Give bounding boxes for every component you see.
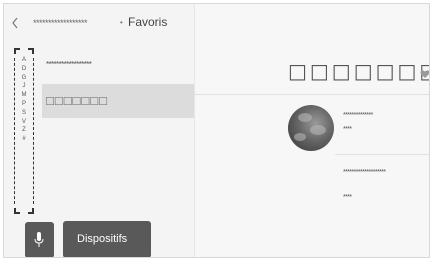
track-line-4: **** xyxy=(343,194,352,201)
heart-icon[interactable] xyxy=(420,66,429,78)
index-border-right xyxy=(33,58,34,204)
index-letter-a[interactable]: A xyxy=(22,56,26,65)
index-letter-v[interactable]: V xyxy=(22,118,26,127)
voice-search-button[interactable] xyxy=(25,222,54,257)
bracket-bottom-right xyxy=(28,208,34,214)
index-border-left xyxy=(14,58,15,204)
index-letter-j[interactable]: J xyxy=(23,82,26,91)
bracket-bottom-left xyxy=(14,208,20,214)
detail-title: □□□□□□□ xyxy=(288,59,430,83)
track-line-1: ************** xyxy=(343,112,373,119)
detail-panel: □□□□□□□ ************** **** ************… xyxy=(195,4,430,257)
breadcrumb-parent[interactable]: ****************** xyxy=(33,17,88,29)
microphone-icon xyxy=(34,232,44,247)
list-item[interactable]: ****************** xyxy=(42,54,194,80)
album-art-detail xyxy=(298,113,312,122)
track-line-3: ******************** xyxy=(343,169,386,176)
bracket-top-right xyxy=(28,48,34,54)
album-art-detail xyxy=(294,133,306,141)
list-item-label: □□□□□□□ xyxy=(46,93,108,108)
page-title: Favoris xyxy=(128,15,168,29)
devices-button[interactable]: Dispositifs xyxy=(63,221,151,257)
favorites-list-panel: A D G J M P S V Z # ****************** □… xyxy=(4,38,194,218)
index-letter-hash[interactable]: # xyxy=(22,135,25,144)
index-letter-s[interactable]: S xyxy=(22,109,26,118)
album-art xyxy=(288,105,334,151)
bracket-top-left xyxy=(14,48,20,54)
row-divider xyxy=(335,154,429,155)
row-divider xyxy=(195,94,429,95)
screen: ****************** • Favoris A D G J M P… xyxy=(3,3,430,258)
list-item-label: ****************** xyxy=(46,60,92,69)
alphabet-index[interactable]: A D G J M P S V Z # xyxy=(14,48,34,214)
index-letter-z[interactable]: Z xyxy=(22,126,26,135)
index-letter-g[interactable]: G xyxy=(22,74,27,83)
devices-button-label: Dispositifs xyxy=(77,233,128,245)
breadcrumb-separator: • xyxy=(120,18,123,27)
album-art-detail xyxy=(310,125,326,135)
index-letter-p[interactable]: P xyxy=(22,100,26,109)
list-item-selected[interactable]: □□□□□□□ xyxy=(42,84,194,118)
index-letter-d[interactable]: D xyxy=(22,65,26,74)
alphabet-letters: A D G J M P S V Z # xyxy=(20,56,28,144)
index-letter-m[interactable]: M xyxy=(22,91,27,100)
track-line-2: **** xyxy=(343,126,352,133)
chevron-left-icon[interactable] xyxy=(11,17,21,29)
